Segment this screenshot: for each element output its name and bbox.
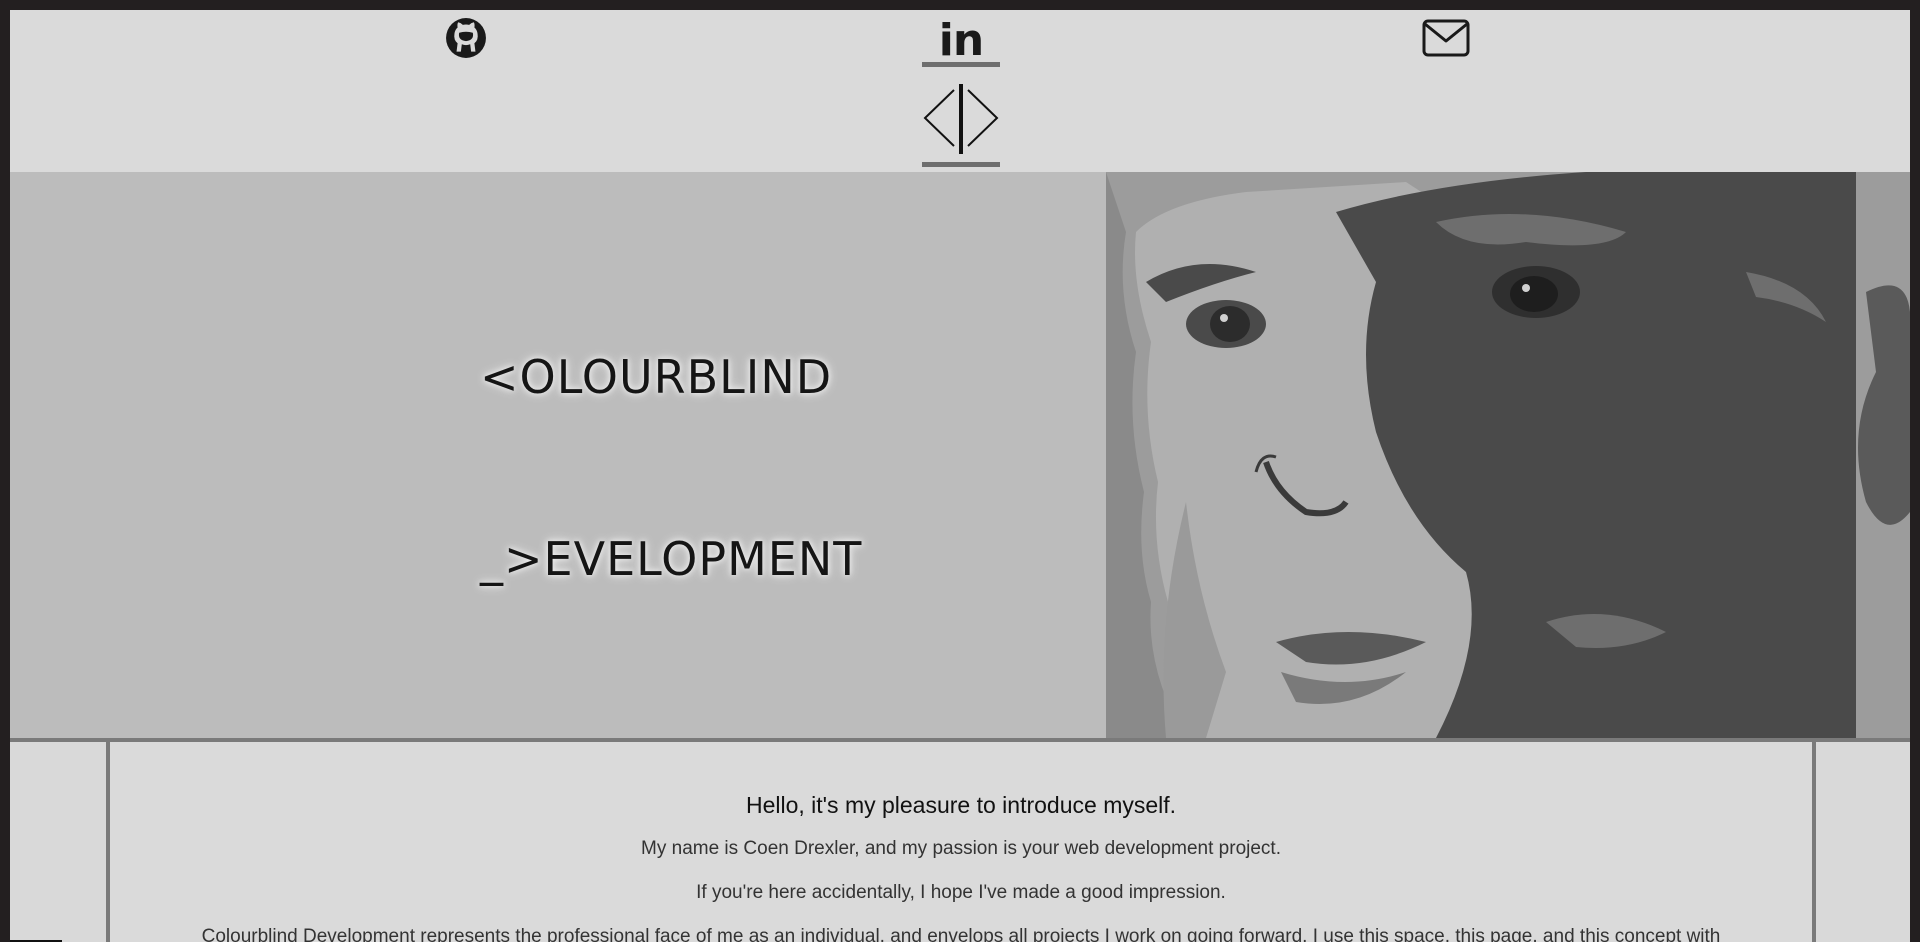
about-heading: Hello, it's my pleasure to introduce mys… — [745, 792, 1177, 818]
portrait-image — [1106, 172, 1910, 738]
linkedin-icon: in — [938, 15, 984, 66]
hero-title-line-1: <OLOURBLIND — [480, 350, 833, 404]
linkedin-underline — [922, 62, 1000, 67]
site-logo[interactable] — [922, 78, 1000, 164]
site-header: in — [10, 10, 1910, 172]
code-brackets-logo-icon — [923, 84, 999, 154]
github-icon — [446, 18, 486, 58]
about-paragraph-3: Colourblind Development represents the p… — [201, 926, 1721, 942]
github-link[interactable] — [442, 14, 490, 62]
page: in <OLOURBLIND _>EVELOPMENT Hello, it's … — [10, 10, 1910, 942]
hero-title-line-2: _>EVELOPMENT — [480, 532, 863, 586]
email-link[interactable] — [1418, 18, 1474, 58]
about-section: Hello, it's my pleasure to introduce mys… — [106, 742, 1816, 942]
logo-underline — [922, 162, 1000, 167]
hero-banner: <OLOURBLIND _>EVELOPMENT — [10, 172, 1910, 738]
about-paragraph-1: My name is Coen Drexler, and my passion … — [641, 838, 1281, 859]
mail-icon — [1422, 19, 1470, 57]
about-paragraph-2: If you're here accidentally, I hope I've… — [696, 882, 1226, 903]
